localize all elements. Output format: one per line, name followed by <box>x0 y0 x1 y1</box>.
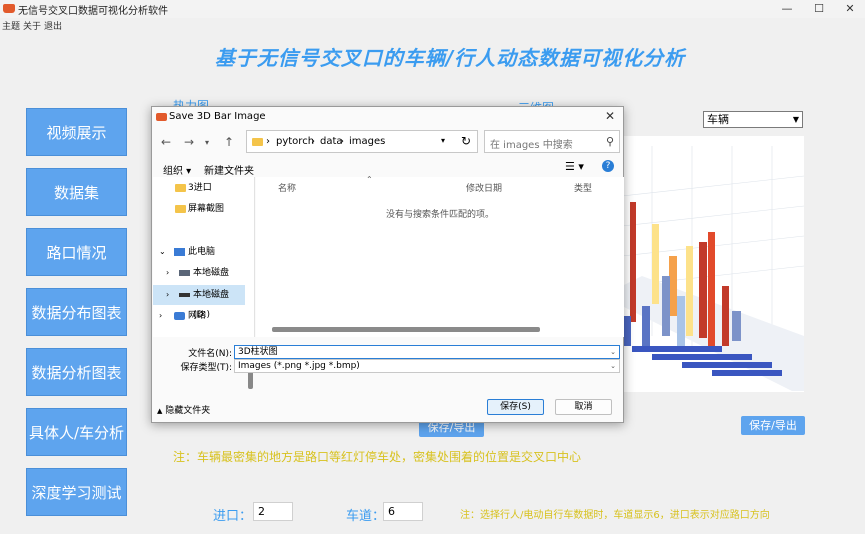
title-bar: 无信号交叉口数据可视化分析软件 — ☐ ✕ <box>0 0 865 18</box>
filename-input[interactable]: 3D柱状图 ⌄ <box>234 345 620 359</box>
view-menu-icon[interactable]: ☰ ▾ <box>565 160 584 173</box>
filetype-select[interactable]: Images (*.png *.jpg *.bmp) ⌄ <box>234 359 620 373</box>
new-folder-button[interactable]: 新建文件夹 <box>204 162 254 177</box>
menu-exit[interactable]: 退出 <box>44 19 62 32</box>
menu-about[interactable]: 关于 <box>23 19 41 32</box>
bottom-note: 注：选择行人/电动自行车数据时，车道显示6，进口表示对应路口方向 <box>460 510 770 521</box>
chevron-down-icon: ⌄ <box>610 362 616 370</box>
bar3d-chart-panel <box>621 136 805 392</box>
search-placeholder: 在 images 中搜索 <box>490 140 573 151</box>
dialog-cancel-button[interactable]: 取消 <box>555 399 612 415</box>
maximize-button[interactable]: ☐ <box>804 1 834 17</box>
column-name[interactable]: 名称 <box>278 181 296 194</box>
window-title: 无信号交叉口数据可视化分析软件 <box>18 6 168 17</box>
column-modified[interactable]: 修改日期 <box>466 181 502 194</box>
nav-item-drive-c[interactable]: › 本地磁盘 (C:) <box>153 263 245 298</box>
save-export-3d-button[interactable]: 保存/导出 <box>741 416 805 435</box>
chevron-up-icon: ▲ <box>157 407 163 415</box>
close-button[interactable]: ✕ <box>835 1 865 17</box>
nav-item-drive-d[interactable]: › 本地磁盘 (D:) <box>153 285 245 320</box>
drive-icon <box>179 270 190 276</box>
expand-chevron-icon[interactable]: › <box>166 263 169 283</box>
empty-message: 没有与搜索条件匹配的项。 <box>385 210 494 220</box>
save-dialog: Save 3D Bar Image ✕ ← → ▾ ↑ › pytorch › … <box>151 106 624 423</box>
address-bar[interactable]: › pytorch › data › images ▾ ↻ <box>246 130 478 153</box>
horizontal-scrollbar[interactable] <box>272 327 540 332</box>
folder-icon <box>175 184 186 192</box>
back-arrow-icon[interactable]: ← <box>161 135 171 149</box>
chevron-down-icon[interactable]: ▾ <box>441 136 445 145</box>
person-vehicle-analysis-button[interactable]: 具体人/车分析 <box>26 408 127 456</box>
distribution-chart-button[interactable]: 数据分布图表 <box>26 288 127 336</box>
type-select[interactable]: 车辆 ▼ <box>703 111 803 128</box>
entry-label: 进口： <box>213 509 253 524</box>
nav-item-screenshots[interactable]: 屏幕截图 <box>153 199 245 219</box>
dialog-close-icon[interactable]: ✕ <box>605 109 615 123</box>
chevron-down-icon[interactable]: ⌄ <box>610 346 616 358</box>
entry-input[interactable]: 2 <box>253 502 293 521</box>
forward-arrow-icon[interactable]: → <box>184 135 194 149</box>
folder-icon <box>175 205 186 213</box>
chevron-down-icon: ▼ <box>792 115 799 124</box>
video-display-button[interactable]: 视频展示 <box>26 108 127 156</box>
help-icon[interactable]: ? <box>602 160 614 172</box>
dialog-title: Save 3D Bar Image <box>169 111 266 122</box>
computer-icon <box>174 248 185 256</box>
menu-theme[interactable]: 主题 <box>2 19 20 32</box>
file-list: 名称 ⌃ 修改日期 类型 没有与搜索条件匹配的项。 <box>256 175 624 337</box>
nav-item-this-pc[interactable]: ⌄ 此电脑 <box>153 242 245 262</box>
page-title: 基于无信号交叉口的车辆/行人动态数据可视化分析 <box>214 46 686 70</box>
bar3d-chart-image <box>621 146 805 391</box>
minimize-button[interactable]: — <box>772 1 802 17</box>
expand-chevron-icon[interactable]: ⌄ <box>159 242 166 262</box>
nav-item-3-entrance[interactable]: 3进口 <box>153 178 245 198</box>
type-select-value: 车辆 <box>707 113 729 126</box>
menu-bar: 主题 关于 退出 <box>0 18 865 32</box>
dialog-save-button[interactable]: 保存(S) <box>487 399 544 415</box>
breadcrumb-pytorch[interactable]: pytorch <box>276 136 314 147</box>
nav-item-network[interactable]: › 网络 <box>153 306 245 326</box>
network-icon <box>174 312 185 320</box>
breadcrumb-images[interactable]: images <box>349 136 385 147</box>
app-icon <box>3 4 15 13</box>
lane-label: 车道： <box>346 509 386 524</box>
main-note: 注：车辆最密集的地方是路口等红灯停车处，密集处围着的位置是交叉口中心 <box>173 450 582 464</box>
expand-chevron-icon[interactable]: › <box>166 285 169 305</box>
column-type[interactable]: 类型 <box>574 181 592 194</box>
deep-learning-test-button[interactable]: 深度学习测试 <box>26 468 127 516</box>
navigation-pane: 3进口 屏幕截图 ⌄ 此电脑 › 本地磁盘 (C:) › 本地磁盘 (D:) ›… <box>153 177 255 389</box>
filename-label: 文件名(N): <box>188 349 232 359</box>
hide-folders-toggle[interactable]: ▲ 隐藏文件夹 <box>157 403 210 416</box>
search-input[interactable]: 在 images 中搜索 ⚲ <box>484 130 620 153</box>
refresh-icon[interactable]: ↻ <box>461 134 471 148</box>
lane-input[interactable]: 6 <box>383 502 423 521</box>
expand-chevron-icon[interactable]: › <box>159 306 162 326</box>
sort-up-icon: ⌃ <box>366 175 373 184</box>
dataset-button[interactable]: 数据集 <box>26 168 127 216</box>
dialog-app-icon <box>156 113 167 121</box>
organize-menu[interactable]: 组织 ▾ <box>163 162 191 177</box>
search-icon: ⚲ <box>605 135 614 148</box>
folder-icon <box>252 138 263 146</box>
drive-icon <box>179 293 190 297</box>
intersection-button[interactable]: 路口情况 <box>26 228 127 276</box>
analysis-chart-button[interactable]: 数据分析图表 <box>26 348 127 396</box>
recent-chevron-icon[interactable]: ▾ <box>205 138 209 147</box>
filetype-label: 保存类型(T): <box>180 363 232 373</box>
up-arrow-icon[interactable]: ↑ <box>224 135 234 149</box>
